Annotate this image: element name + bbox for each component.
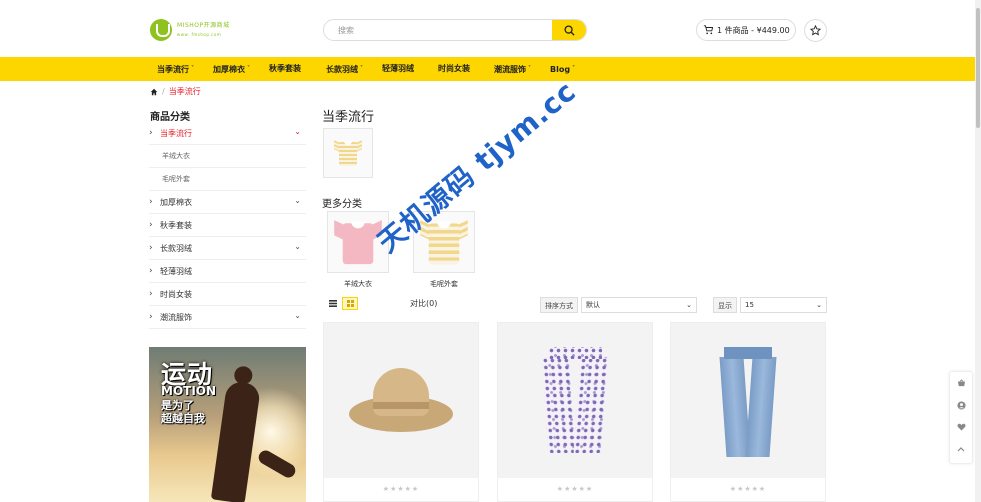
product-image[interactable] [324, 323, 478, 478]
chevron-right-icon: › [149, 289, 153, 299]
compare-link[interactable]: 对比(0) [410, 298, 437, 309]
sidebar-item-1[interactable]: › 加厚棉衣 ⌄ [149, 191, 306, 214]
product-image[interactable] [498, 323, 652, 478]
cart-summary: 1 件商品 - ¥449.00 [717, 25, 790, 35]
scrollbar-thumb[interactable] [976, 8, 980, 128]
main-nav: 当季流行 ˅ 加厚棉衣 ˅ 秋季套装 长款羽绒 ˅ 轻薄羽绒 时尚女装 潮流服饰 ˅ B… [0, 57, 975, 81]
sidebar-item-3[interactable]: › 长款羽绒 ⌄ [149, 237, 306, 260]
chevron-down-icon: ⌄ [816, 301, 822, 309]
show-label: 显示 [713, 297, 737, 313]
chevron-down-icon[interactable]: ⌄ [294, 311, 301, 320]
nav-item-4[interactable]: 轻薄羽绒 [382, 57, 414, 81]
search-input[interactable] [324, 20, 552, 40]
breadcrumb-separator: / [162, 87, 165, 96]
chevron-right-icon: › [149, 128, 153, 138]
straw-hat-image [349, 366, 453, 436]
site-logo[interactable]: MISHOP开源商城 www. fmshop.com [150, 18, 250, 42]
chevron-right-icon: › [149, 197, 153, 207]
wishlist-button[interactable] [804, 19, 827, 42]
cart-button[interactable]: 1 件商品 - ¥449.00 [696, 19, 796, 41]
float-wishlist-button[interactable] [950, 416, 972, 438]
logo-name: MISHOP开源商城 [177, 22, 230, 29]
show-select[interactable]: 15 ⌄ [740, 297, 827, 313]
sidebar-title: 商品分类 [150, 112, 190, 123]
chevron-down-icon: ˅ [191, 65, 194, 72]
tshirt-image [334, 139, 362, 167]
chevron-right-icon: › [149, 243, 153, 253]
rating-stars: ★★★★★ [382, 485, 420, 493]
back-to-top-button[interactable] [950, 438, 972, 460]
chevron-right-icon: › [149, 266, 153, 276]
chevron-down-icon[interactable]: ⌄ [294, 127, 301, 136]
sidebar-item-4[interactable]: › 轻薄羽绒 [149, 260, 306, 283]
subcategory-label-1[interactable]: 毛呢外套 [399, 279, 489, 289]
nav-item-3[interactable]: 长款羽绒 ˅ [326, 57, 363, 81]
search-icon [563, 24, 575, 36]
list-view-icon [329, 300, 337, 307]
product-card-2[interactable]: ★★★★★ [670, 322, 826, 502]
chevron-up-icon [957, 447, 965, 452]
chevron-down-icon: ˅ [360, 65, 363, 72]
sort-select[interactable]: 默认 ⌄ [581, 297, 697, 313]
product-card-0[interactable]: ★★★★★ [323, 322, 479, 502]
heart-icon [956, 423, 966, 431]
chevron-down-icon: ˅ [247, 65, 250, 72]
chevron-right-icon: › [149, 220, 153, 230]
cart-icon [703, 25, 713, 35]
category-image [323, 128, 373, 178]
search-box [323, 19, 587, 41]
search-button[interactable] [552, 20, 586, 40]
nav-item-0[interactable]: 当季流行 ˅ [157, 57, 194, 81]
float-account-button[interactable] [950, 394, 972, 416]
breadcrumb: / 当季流行 [150, 86, 201, 97]
basket-icon [957, 379, 965, 387]
page-title: 当季流行 [322, 110, 375, 125]
user-icon [956, 400, 966, 410]
chevron-down-icon: ˅ [572, 65, 576, 72]
sidebar-subitem-1[interactable]: 毛呢外套 [149, 168, 306, 191]
logo-url: www. fmshop.com [177, 32, 222, 37]
product-image[interactable] [671, 323, 825, 478]
page-scrollbar[interactable] [975, 0, 981, 502]
grid-view-icon [346, 300, 354, 307]
nav-item-5[interactable]: 时尚女装 [438, 57, 470, 81]
floating-toolbar [949, 371, 973, 464]
chevron-down-icon: ⌄ [686, 301, 692, 309]
list-view-button[interactable] [325, 297, 341, 310]
sidebar-item-5[interactable]: › 时尚女装 [149, 283, 306, 306]
sidebar-item-6[interactable]: › 潮流服饰 ⌄ [149, 306, 306, 329]
nav-item-6[interactable]: 潮流服饰 ˅ [494, 57, 531, 81]
rating-stars: ★★★★★ [729, 485, 767, 493]
sort-label: 排序方式 [540, 297, 578, 313]
logo-mark-icon [150, 19, 172, 41]
watermark-text: 天机源码 tjym.cc [371, 74, 583, 260]
floral-pants-image [540, 346, 610, 455]
nav-item-2[interactable]: 秋季套装 [269, 57, 301, 81]
star-icon [810, 25, 821, 36]
nav-item-1[interactable]: 加厚棉衣 ˅ [213, 57, 250, 81]
sidebar-item-2[interactable]: › 秋季套装 [149, 214, 306, 237]
subcategory-label-0[interactable]: 羊绒大衣 [313, 279, 403, 289]
chevron-right-icon: › [149, 312, 153, 322]
denim-jeans-image [718, 346, 778, 457]
chevron-down-icon[interactable]: ⌄ [294, 242, 301, 251]
sidebar-subitem-0[interactable]: 羊绒大衣 [149, 145, 306, 168]
banner-tagline-2: 超越自我 [161, 412, 205, 425]
grid-view-button[interactable] [342, 297, 358, 310]
chevron-down-icon: ˅ [528, 65, 531, 72]
chevron-down-icon[interactable]: ⌄ [294, 196, 301, 205]
more-categories-title: 更多分类 [322, 199, 362, 210]
rating-stars: ★★★★★ [556, 485, 594, 493]
home-icon[interactable] [150, 88, 158, 96]
banner-subheadline: MOTION [161, 384, 217, 398]
product-card-1[interactable]: ★★★★★ [497, 322, 653, 502]
sidebar-item-0[interactable]: › 当季流行 ⌄ [149, 122, 306, 145]
breadcrumb-current[interactable]: 当季流行 [169, 86, 201, 97]
float-cart-button[interactable] [950, 372, 972, 394]
sidebar-banner[interactable]: 运动 MOTION 是为了 超越自我 [149, 347, 306, 502]
